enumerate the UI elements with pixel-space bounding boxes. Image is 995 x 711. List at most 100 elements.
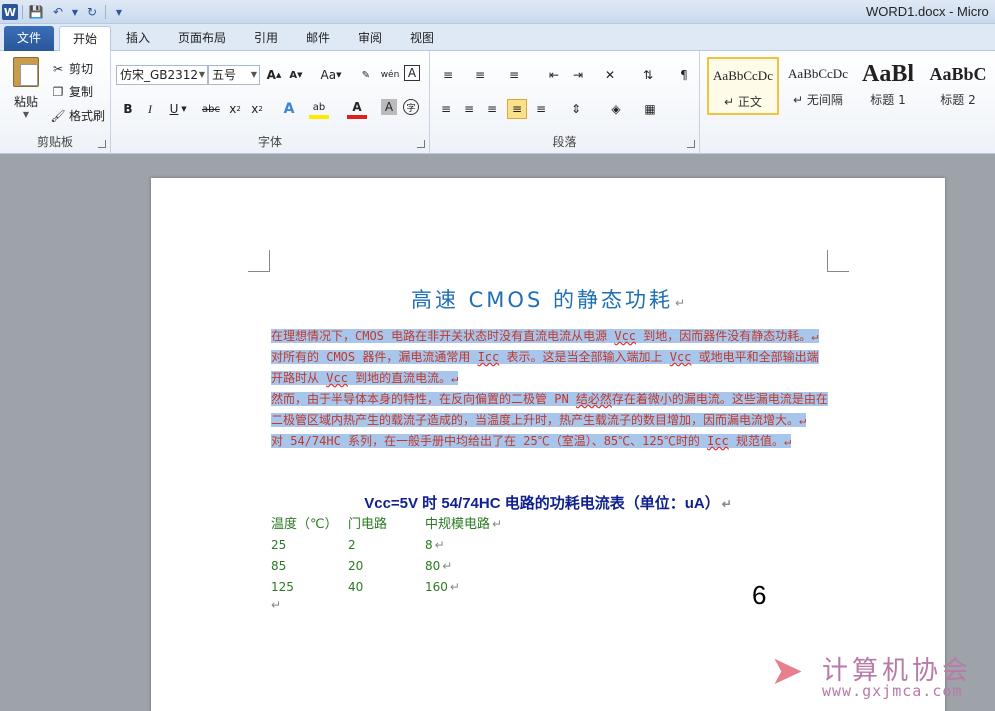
font-color-icon[interactable]: A xyxy=(347,99,367,119)
format-painter-button[interactable]: 🖌 格式刷 xyxy=(50,106,105,126)
style-heading-2[interactable]: AaBbC 标题 2 xyxy=(922,57,994,115)
clear-formatting-icon[interactable]: ✎ xyxy=(356,65,376,85)
bullets-icon[interactable]: ≡ xyxy=(438,65,458,85)
numbering-icon[interactable]: ≡ xyxy=(470,65,490,85)
paste-label: 粘贴 xyxy=(13,95,38,109)
word-logo-icon[interactable]: W xyxy=(2,4,18,20)
grow-font-icon[interactable]: A ▲ xyxy=(264,65,284,85)
bold-icon[interactable]: B xyxy=(118,99,138,119)
ribbon-tabs: 文件 开始 插入 页面布局 引用 邮件 审阅 视图 xyxy=(0,24,995,51)
font-size-value: 五号 xyxy=(212,68,237,82)
table-cell: 8 ↵ xyxy=(425,538,445,552)
paragraph-3: 然而，由于半导体本身的特性，在反向偏置的二极管 PN 结必然存在着微小的漏电流。… xyxy=(271,392,828,427)
cut-label: 剪切 xyxy=(69,62,94,76)
strikethrough-icon[interactable]: abc xyxy=(199,99,223,119)
watermark-logo-icon: ➤ xyxy=(770,648,804,694)
styles-gallery: AaBbCcDc ↵ 正文 AaBbCcDc ↵ 无间隔 AaBl 标题 1 A… xyxy=(700,51,995,154)
show-formatting-icon[interactable]: ¶ xyxy=(674,65,694,85)
decrease-indent-icon[interactable]: ⇤ xyxy=(544,65,564,85)
italic-icon[interactable]: I xyxy=(140,99,160,119)
sort-icon[interactable]: ⇅ xyxy=(638,65,658,85)
document-title: 高速 CMOS 的静态功耗 ↵ xyxy=(410,288,686,312)
qat-separator xyxy=(22,5,23,19)
table-row: 25 2 8 ↵ xyxy=(271,535,671,556)
table-cell: 25 xyxy=(271,538,287,552)
tab-review[interactable]: 审阅 xyxy=(350,26,390,51)
undo-icon[interactable]: ↶ xyxy=(49,3,67,21)
style-heading-1[interactable]: AaBl 标题 1 xyxy=(852,57,924,115)
borders-icon[interactable]: ▦ xyxy=(640,99,660,119)
redo-icon[interactable]: ↻ xyxy=(83,3,101,21)
table-header-row: 温度（℃） 门电路 中规模电路 ↵ xyxy=(271,514,671,535)
enclose-characters-icon[interactable]: 字 xyxy=(403,99,419,115)
align-center-icon[interactable]: ≡ xyxy=(459,99,479,119)
font-launcher-icon[interactable] xyxy=(417,140,425,148)
table-cell: 125 xyxy=(271,580,294,594)
paragraph-group-label: 段落 xyxy=(552,135,577,149)
clipboard-launcher-icon[interactable] xyxy=(98,140,106,148)
ribbon: 粘贴 ▼ ✂ 剪切 ❐ 复制 🖌 格式刷 剪贴板 仿宋_GB2312 ▼ 五号 … xyxy=(0,51,995,154)
table-row: 85 20 80 ↵ xyxy=(271,556,671,577)
character-shading-icon[interactable]: A xyxy=(381,99,397,115)
qat-separator xyxy=(105,5,106,19)
style-no-spacing[interactable]: AaBbCcDc ↵ 无间隔 xyxy=(782,57,854,115)
paste-button[interactable]: 粘贴 ▼ xyxy=(8,57,44,129)
tab-mailings[interactable]: 邮件 xyxy=(298,26,338,51)
cut-button[interactable]: ✂ 剪切 xyxy=(50,59,93,79)
clipboard-group: 粘贴 ▼ ✂ 剪切 ❐ 复制 🖌 格式刷 剪贴板 xyxy=(0,51,111,154)
paragraph-launcher-icon[interactable] xyxy=(687,140,695,148)
subscript-icon[interactable]: x2 xyxy=(225,99,245,119)
document-body[interactable]: 在理想情况下，CMOS 电路在非开关状态时没有直流电流从电源 Vcc 到地，因而… xyxy=(271,326,829,452)
quick-access-toolbar: W 💾 ↶ ▼ ↻ ▼ xyxy=(2,2,128,22)
highlight-icon[interactable]: ab xyxy=(309,99,329,119)
shrink-font-icon[interactable]: A ▼ xyxy=(286,65,306,85)
tab-home[interactable]: 开始 xyxy=(59,26,111,51)
paste-dropdown-icon[interactable]: ▼ xyxy=(8,110,44,119)
paragraph-mark: ↵ xyxy=(674,296,686,310)
table-cell: 40 xyxy=(348,580,364,594)
paragraph-2: 对所有的 CMOS 器件，漏电流通常用 Icc 表示。这是当全部输入端加上 Vc… xyxy=(271,350,819,385)
align-right-icon[interactable]: ≡ xyxy=(482,99,502,119)
save-icon[interactable]: 💾 xyxy=(27,3,45,21)
table-cell: 20 xyxy=(348,559,364,573)
paragraph-4: 对 54/74HC 系列，在一般手册中均给出了在 25℃（室温）、85℃、125… xyxy=(271,434,792,448)
change-case-icon[interactable]: Aa ▼ xyxy=(318,65,344,85)
paste-icon xyxy=(13,57,39,87)
align-left-icon[interactable]: ≡ xyxy=(436,99,456,119)
tab-view[interactable]: 视图 xyxy=(402,26,442,51)
asian-layout-icon[interactable]: ✕ xyxy=(600,65,620,85)
crop-mark xyxy=(827,250,849,272)
increase-indent-icon[interactable]: ⇥ xyxy=(568,65,588,85)
customize-qat-icon[interactable]: ▼ xyxy=(110,3,128,21)
justify-icon[interactable]: ≡ xyxy=(507,99,527,119)
copy-button[interactable]: ❐ 复制 xyxy=(50,82,93,102)
tab-references[interactable]: 引用 xyxy=(246,26,286,51)
table-cell: 2 xyxy=(348,538,356,552)
tab-insert[interactable]: 插入 xyxy=(118,26,158,51)
font-name-combo[interactable]: 仿宋_GB2312 ▼ xyxy=(116,65,208,85)
header-gate: 门电路 xyxy=(348,517,388,532)
watermark-url: www.gxjmca.com xyxy=(822,682,963,700)
tab-file[interactable]: 文件 xyxy=(4,26,54,51)
distributed-icon[interactable]: ≡ xyxy=(531,99,551,119)
line-spacing-icon[interactable]: ⇕ xyxy=(566,99,586,119)
table-title: Vcc=5V 时 54/74HC 电路的功耗电流表（单位：uA） ↵ xyxy=(364,495,732,512)
paragraph-mark: ↵ xyxy=(271,598,282,612)
underline-dropdown-icon[interactable]: ▼ xyxy=(179,99,189,119)
document-page[interactable]: 高速 CMOS 的静态功耗 ↵ 在理想情况下，CMOS 电路在非开关状态时没有直流… xyxy=(151,178,945,711)
table-cell: 160 ↵ xyxy=(425,580,460,594)
multilevel-list-icon[interactable]: ≡ xyxy=(504,65,524,85)
style-name: ↵ 正文 xyxy=(724,95,762,109)
paintbrush-icon: 🖌 xyxy=(50,109,66,123)
undo-dropdown-icon[interactable]: ▼ xyxy=(71,3,79,21)
scissors-icon: ✂ xyxy=(52,62,64,76)
style-normal[interactable]: AaBbCcDc ↵ 正文 xyxy=(707,57,779,115)
superscript-icon[interactable]: x2 xyxy=(247,99,267,119)
tab-page-layout[interactable]: 页面布局 xyxy=(170,26,234,51)
shading-icon[interactable]: ◈ xyxy=(606,99,626,119)
window-title: WORD1.docx - Micro xyxy=(866,4,989,19)
font-size-combo[interactable]: 五号 ▼ xyxy=(208,65,260,85)
phonetic-guide-icon[interactable]: wén xyxy=(380,65,400,85)
text-effects-icon[interactable]: A xyxy=(279,99,299,119)
character-border-icon[interactable]: A xyxy=(404,65,420,81)
